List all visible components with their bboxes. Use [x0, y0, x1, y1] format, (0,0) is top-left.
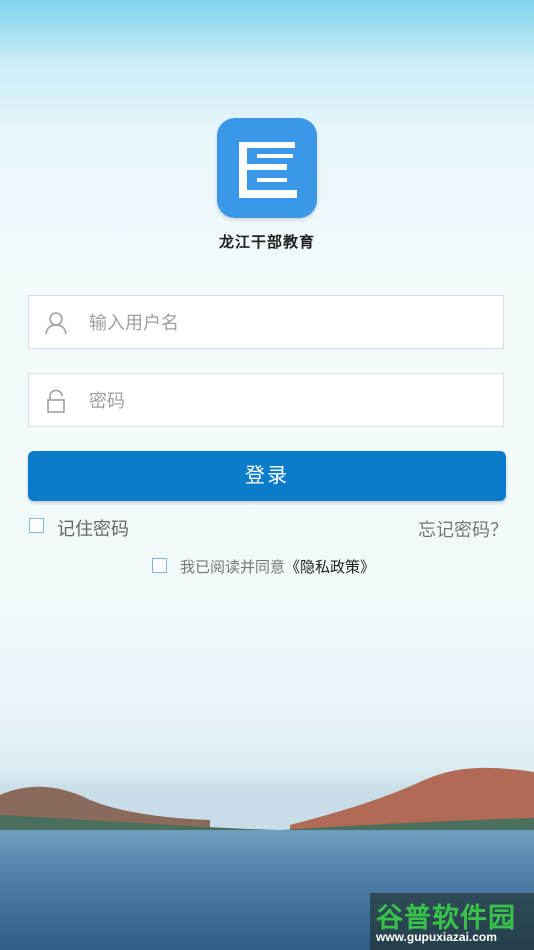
site-watermark: 谷普软件园 www.gupuxiazai.com — [370, 893, 534, 950]
login-button[interactable]: 登录 — [28, 451, 506, 501]
username-field[interactable] — [28, 295, 504, 350]
remember-checkbox[interactable] — [29, 518, 44, 533]
user-icon — [45, 312, 67, 335]
lock-icon — [47, 389, 65, 413]
logo-e-icon — [239, 142, 297, 198]
remember-label[interactable]: 记住密码 — [57, 515, 129, 541]
agree-checkbox[interactable] — [152, 558, 167, 573]
app-name: 龙江干部教育 — [218, 233, 315, 251]
username-input[interactable] — [87, 296, 491, 350]
password-field[interactable] — [28, 373, 504, 428]
agree-prefix: 我已阅读并同意 — [180, 559, 286, 576]
agree-text: 我已阅读并同意《隐私政策》 — [180, 556, 375, 577]
watermark-url: www.gupuxiazai.com — [376, 930, 497, 944]
password-input[interactable] — [87, 374, 491, 428]
forgot-password-link[interactable]: 忘记密码？ — [418, 516, 508, 542]
privacy-policy-link[interactable]: 《隐私政策》 — [285, 559, 375, 576]
app-logo — [217, 118, 317, 218]
